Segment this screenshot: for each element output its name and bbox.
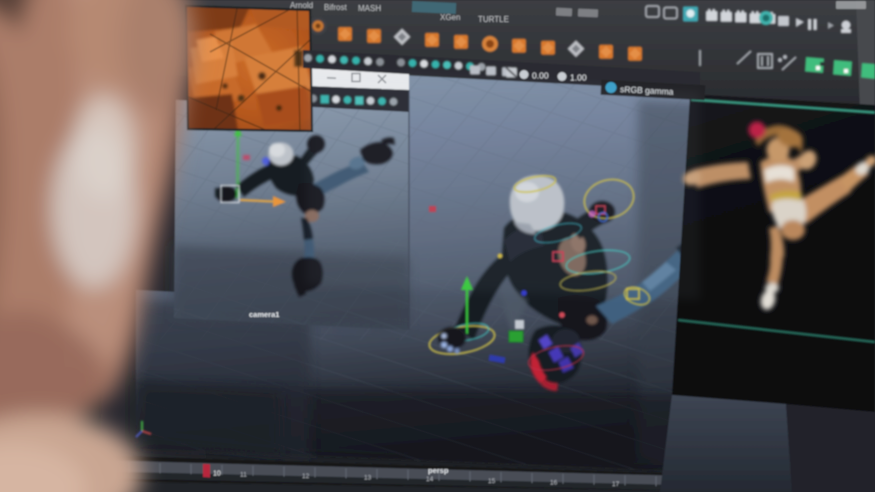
svg-text:13: 13: [364, 475, 372, 482]
svg-text:persp: persp: [428, 466, 449, 475]
svg-text:0.00: 0.00: [532, 71, 549, 81]
svg-text:17: 17: [612, 481, 620, 488]
svg-text:16: 16: [550, 480, 558, 487]
svg-text:11: 11: [240, 471, 247, 478]
svg-text:Bifrost: Bifrost: [324, 3, 347, 12]
svg-text:XGen: XGen: [440, 13, 460, 22]
svg-text:12: 12: [302, 473, 310, 480]
svg-text:14: 14: [426, 476, 434, 483]
svg-text:MASH: MASH: [358, 4, 381, 13]
svg-text:1.00: 1.00: [570, 73, 587, 83]
svg-text:TURTLE: TURTLE: [478, 15, 509, 24]
svg-text:10: 10: [213, 471, 221, 478]
svg-text:15: 15: [488, 478, 496, 485]
svg-text:camera1: camera1: [249, 310, 279, 319]
